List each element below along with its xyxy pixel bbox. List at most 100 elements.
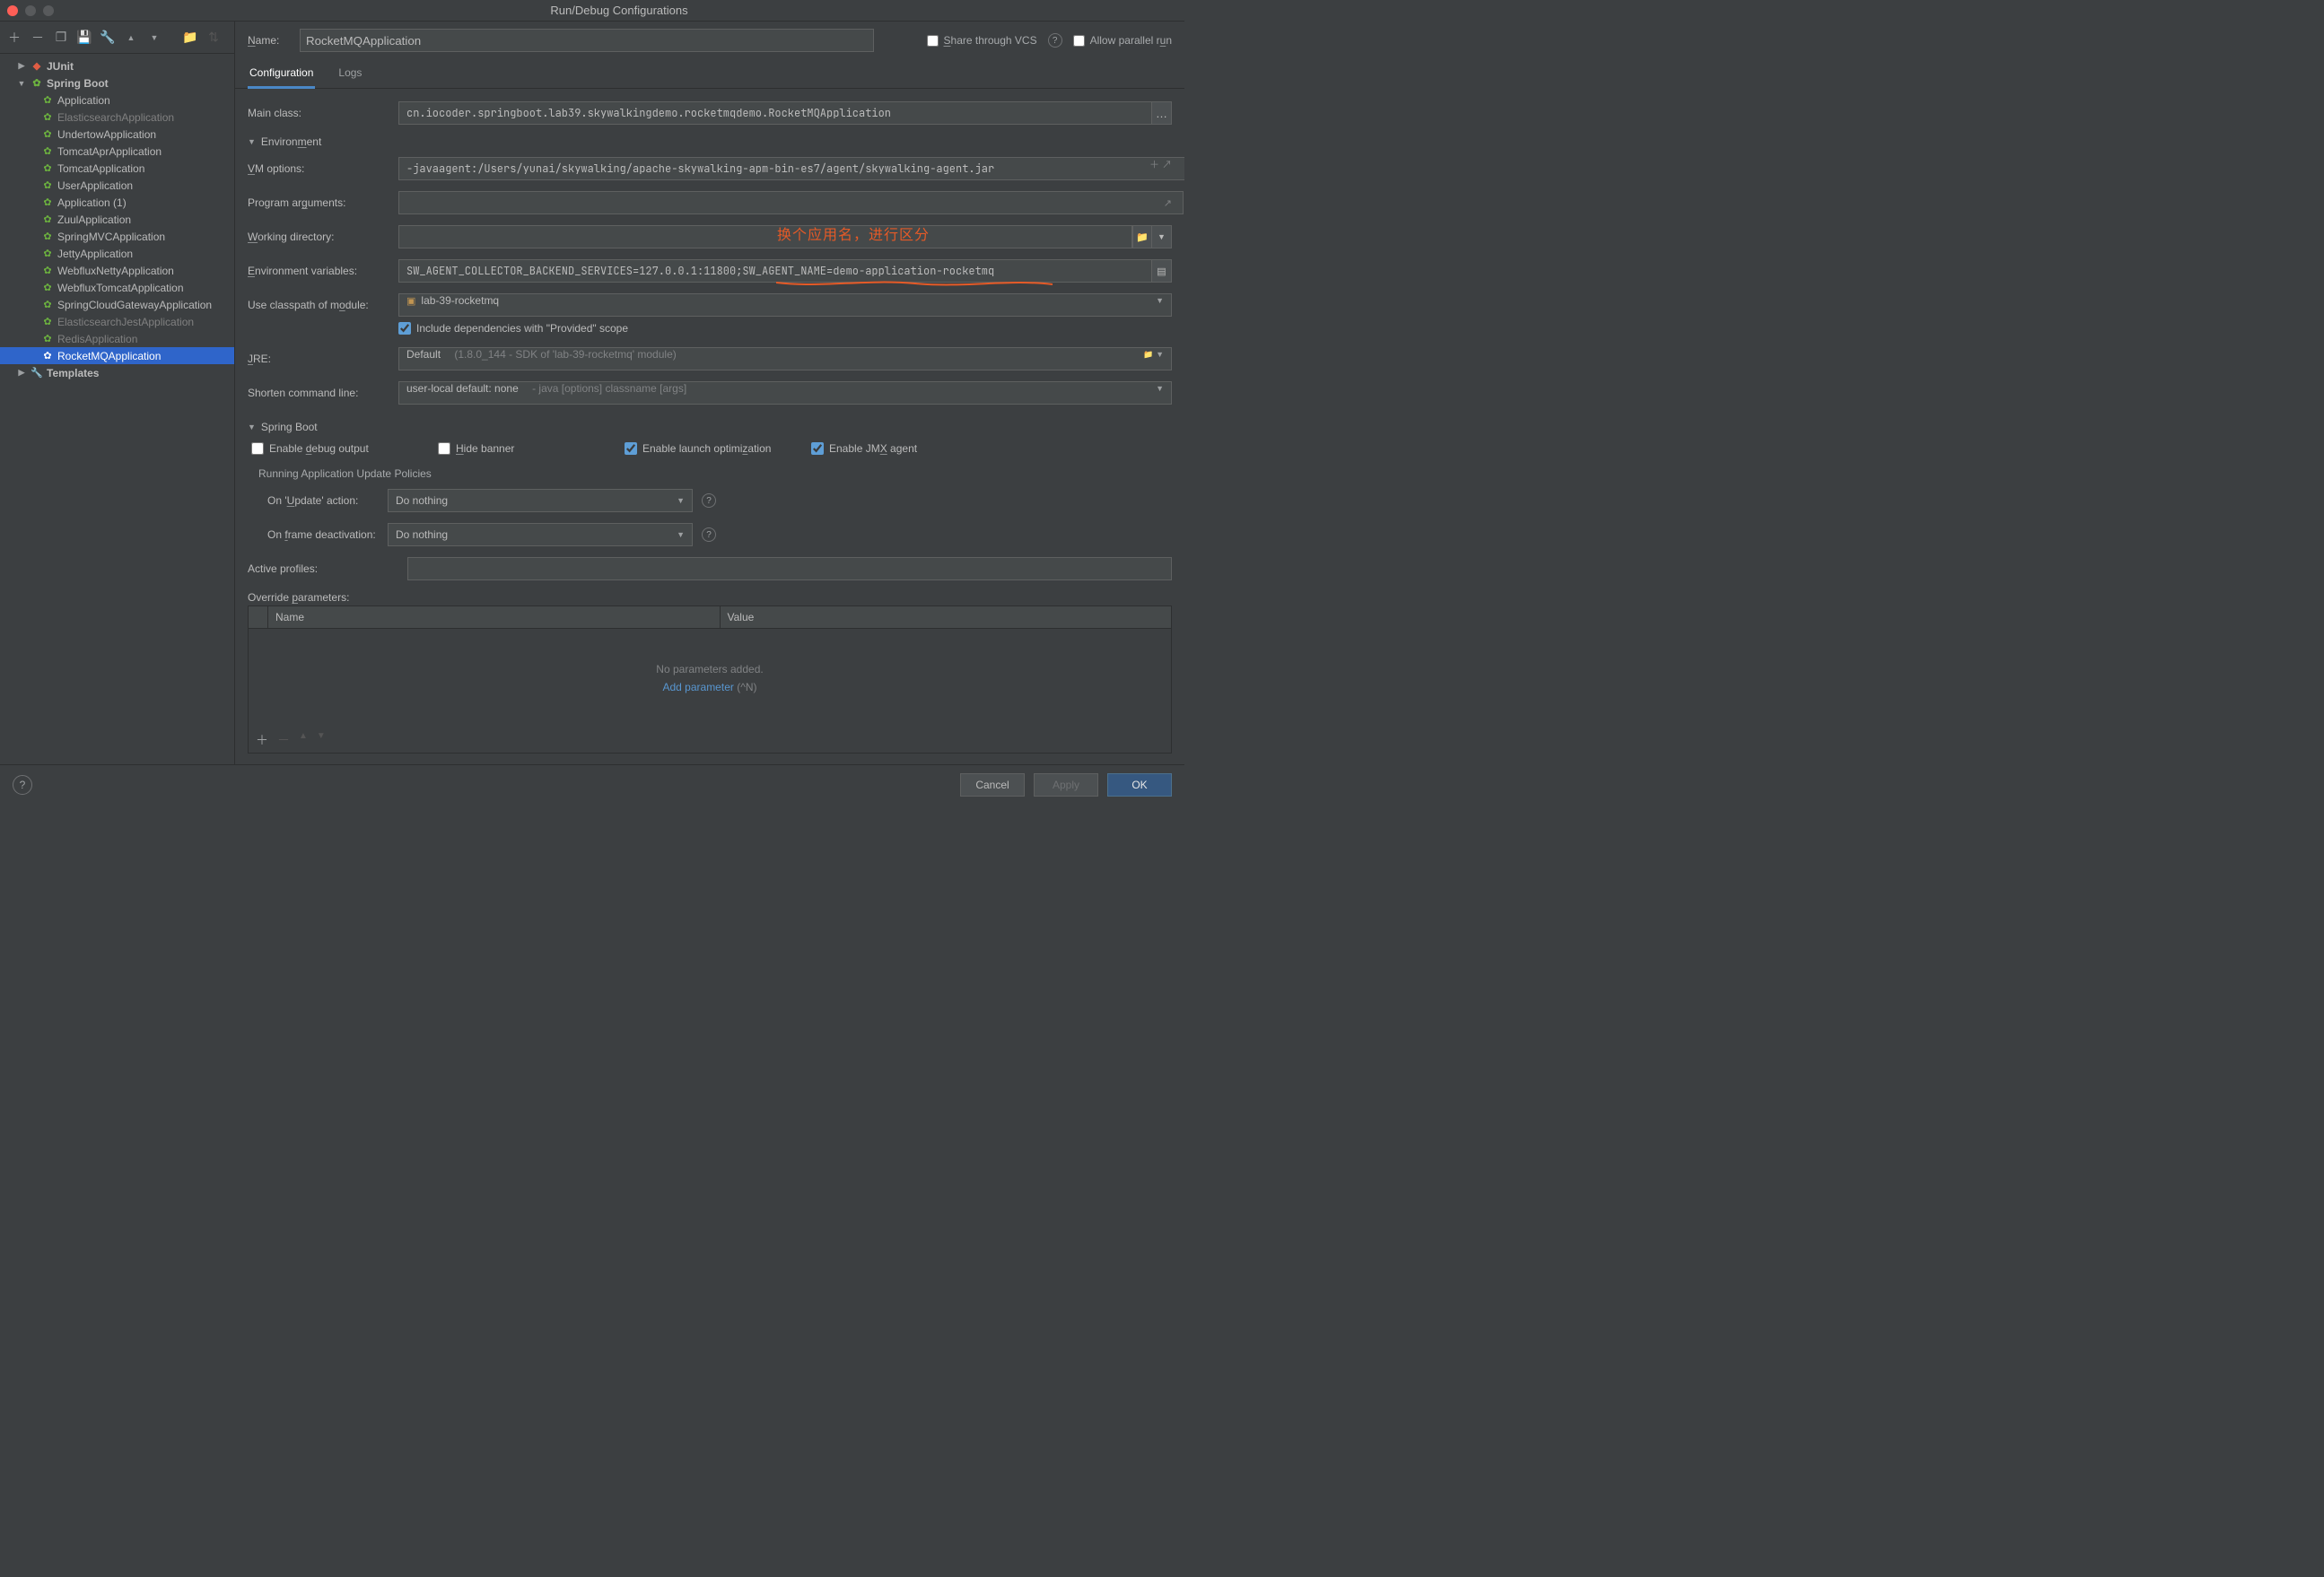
tree-item[interactable]: ✿Application	[0, 91, 234, 109]
add-config-icon[interactable]: ＋	[5, 29, 23, 47]
share-help-icon[interactable]: ?	[1048, 33, 1062, 48]
working-dir-input[interactable]	[398, 225, 1132, 248]
collapse-icon: ▼	[248, 137, 256, 146]
remove-config-icon[interactable]: －	[29, 29, 47, 47]
env-browse-icon[interactable]: ▤	[1152, 259, 1172, 283]
share-vcs-checkbox[interactable]: Share through VCS	[927, 34, 1037, 47]
spring-icon: ✿	[41, 265, 54, 276]
tree-item[interactable]: ✿UndertowApplication	[0, 126, 234, 143]
spring-icon: ✿	[41, 145, 54, 157]
springboot-section-toggle[interactable]: ▼Spring Boot	[248, 421, 1172, 433]
config-tabs: Configuration Logs	[235, 61, 1184, 89]
tree-node-springboot[interactable]: ▼✿ Spring Boot	[0, 74, 234, 91]
folder-icon[interactable]: 📁	[181, 29, 199, 47]
tree-item[interactable]: ✿ElasticsearchApplication	[0, 109, 234, 126]
tree-node-junit[interactable]: ▶◆ JUnit	[0, 57, 234, 74]
tree-item-label: WebfluxTomcatApplication	[57, 282, 184, 294]
on-update-dropdown[interactable]: Do nothing▼	[388, 489, 693, 512]
enable-debug-checkbox[interactable]: Enable debug output	[251, 442, 402, 455]
tree-item[interactable]: ✿WebfluxNettyApplication	[0, 262, 234, 279]
tree-item-label: JettyApplication	[57, 248, 133, 260]
shorten-dropdown[interactable]: user-local default: none - java [options…	[398, 381, 1172, 405]
on-deact-dropdown[interactable]: Do nothing▼	[388, 523, 693, 546]
vm-options-input[interactable]	[398, 157, 1184, 180]
tree-item[interactable]: ✿ZuulApplication	[0, 211, 234, 228]
ok-button[interactable]: OK	[1107, 773, 1172, 797]
main-class-label: Main class:	[248, 107, 398, 119]
enable-jmx-checkbox[interactable]: Enable JMX agent	[811, 442, 962, 455]
classpath-label: Use classpath of module:	[248, 299, 398, 311]
wrench-icon[interactable]: 🔧	[99, 29, 117, 47]
vm-options-label: VM options:	[248, 162, 398, 175]
allow-parallel-checkbox[interactable]: Allow parallel run	[1073, 34, 1172, 47]
window-title: Run/Debug Configurations	[54, 4, 1184, 17]
program-args-label: Program arguments:	[248, 196, 398, 209]
cancel-button[interactable]: Cancel	[960, 773, 1025, 797]
program-args-input[interactable]	[398, 191, 1184, 214]
hide-banner-checkbox[interactable]: Hide banner	[438, 442, 589, 455]
tree-node-templates[interactable]: ▶🔧 Templates	[0, 364, 234, 381]
tree-item[interactable]: ✿SpringMVCApplication	[0, 228, 234, 245]
close-icon[interactable]	[7, 5, 18, 16]
sidebar-toolbar: ＋ － ❐ 💾 🔧 ▲ ▼ 📁 ⇅	[0, 22, 234, 54]
name-input[interactable]	[300, 29, 874, 52]
spring-icon: ✿	[41, 128, 54, 140]
spring-icon: ✿	[41, 282, 54, 293]
spring-icon: ✿	[41, 231, 54, 242]
help-icon[interactable]: ?	[702, 527, 716, 542]
override-params-table: Name Value No parameters added. Add para…	[248, 606, 1172, 754]
tree-item[interactable]: ✿TomcatApplication	[0, 160, 234, 177]
save-config-icon[interactable]: 💾	[75, 29, 93, 47]
tree-item[interactable]: ✿UserApplication	[0, 177, 234, 194]
help-icon[interactable]: ?	[702, 493, 716, 508]
tree-item[interactable]: ✿ElasticsearchJestApplication	[0, 313, 234, 330]
dropdown-arrow-icon[interactable]: ▼	[1152, 225, 1172, 248]
th-value[interactable]: Value	[721, 606, 1172, 628]
include-provided-checkbox[interactable]: Include dependencies with "Provided" sco…	[398, 322, 628, 335]
shorten-label: Shorten command line:	[248, 387, 398, 399]
tree-item-label: SpringCloudGatewayApplication	[57, 299, 212, 311]
tree-item-label: Application (1)	[57, 196, 127, 209]
module-icon: ▣	[406, 295, 415, 307]
help-button[interactable]: ?	[13, 775, 32, 795]
dialog-buttons: ? Cancel Apply OK	[0, 764, 1184, 804]
spring-icon: ✿	[41, 248, 54, 259]
spring-icon: ✿	[41, 350, 54, 362]
spring-icon: ✿	[41, 299, 54, 310]
tree-item[interactable]: ✿RedisApplication	[0, 330, 234, 347]
tree-item-label: UserApplication	[57, 179, 133, 192]
tree-item[interactable]: ✿WebfluxTomcatApplication	[0, 279, 234, 296]
on-deact-label: On frame deactivation:	[248, 528, 388, 541]
th-name[interactable]: Name	[268, 606, 721, 628]
tree-item[interactable]: ✿Application (1)	[0, 194, 234, 211]
tree-item[interactable]: ✿JettyApplication	[0, 245, 234, 262]
move-up-icon[interactable]: ▲	[122, 29, 140, 47]
tab-configuration[interactable]: Configuration	[248, 61, 315, 89]
tree-item[interactable]: ✿TomcatAprApplication	[0, 143, 234, 160]
spring-icon: ✿	[41, 179, 54, 191]
junit-icon: ◆	[31, 60, 43, 72]
folder-browse-icon[interactable]: 📁	[1132, 225, 1152, 248]
browse-class-icon[interactable]: …	[1152, 101, 1172, 125]
expand-icon[interactable]: ＋ ↗	[1149, 157, 1172, 180]
expand-args-icon[interactable]: ↗	[1164, 197, 1172, 209]
jre-dropdown[interactable]: Default (1.8.0_144 - SDK of 'lab-39-rock…	[398, 347, 1172, 370]
tab-logs[interactable]: Logs	[336, 61, 363, 88]
enable-launch-checkbox[interactable]: Enable launch optimization	[625, 442, 775, 455]
spring-icon: ✿	[31, 77, 43, 89]
tree-item-label: Application	[57, 94, 110, 107]
minimize-icon[interactable]	[25, 5, 36, 16]
maximize-icon[interactable]	[43, 5, 54, 16]
tree-item[interactable]: ✿SpringCloudGatewayApplication	[0, 296, 234, 313]
main-class-input[interactable]	[398, 101, 1152, 125]
add-row-icon[interactable]: ＋	[256, 731, 268, 749]
copy-config-icon[interactable]: ❐	[52, 29, 70, 47]
active-profiles-input[interactable]	[407, 557, 1172, 580]
annotation-text: 换个应用名，进行区分	[777, 222, 930, 244]
tree-item[interactable]: ✿RocketMQApplication	[0, 347, 234, 364]
add-parameter-link[interactable]: Add parameter	[662, 681, 733, 693]
classpath-dropdown[interactable]: ▣lab-39-rocketmq▼	[398, 293, 1172, 317]
move-down-icon[interactable]: ▼	[145, 29, 163, 47]
apply-button[interactable]: Apply	[1034, 773, 1098, 797]
env-section-toggle[interactable]: ▼ Environment	[248, 135, 1172, 148]
